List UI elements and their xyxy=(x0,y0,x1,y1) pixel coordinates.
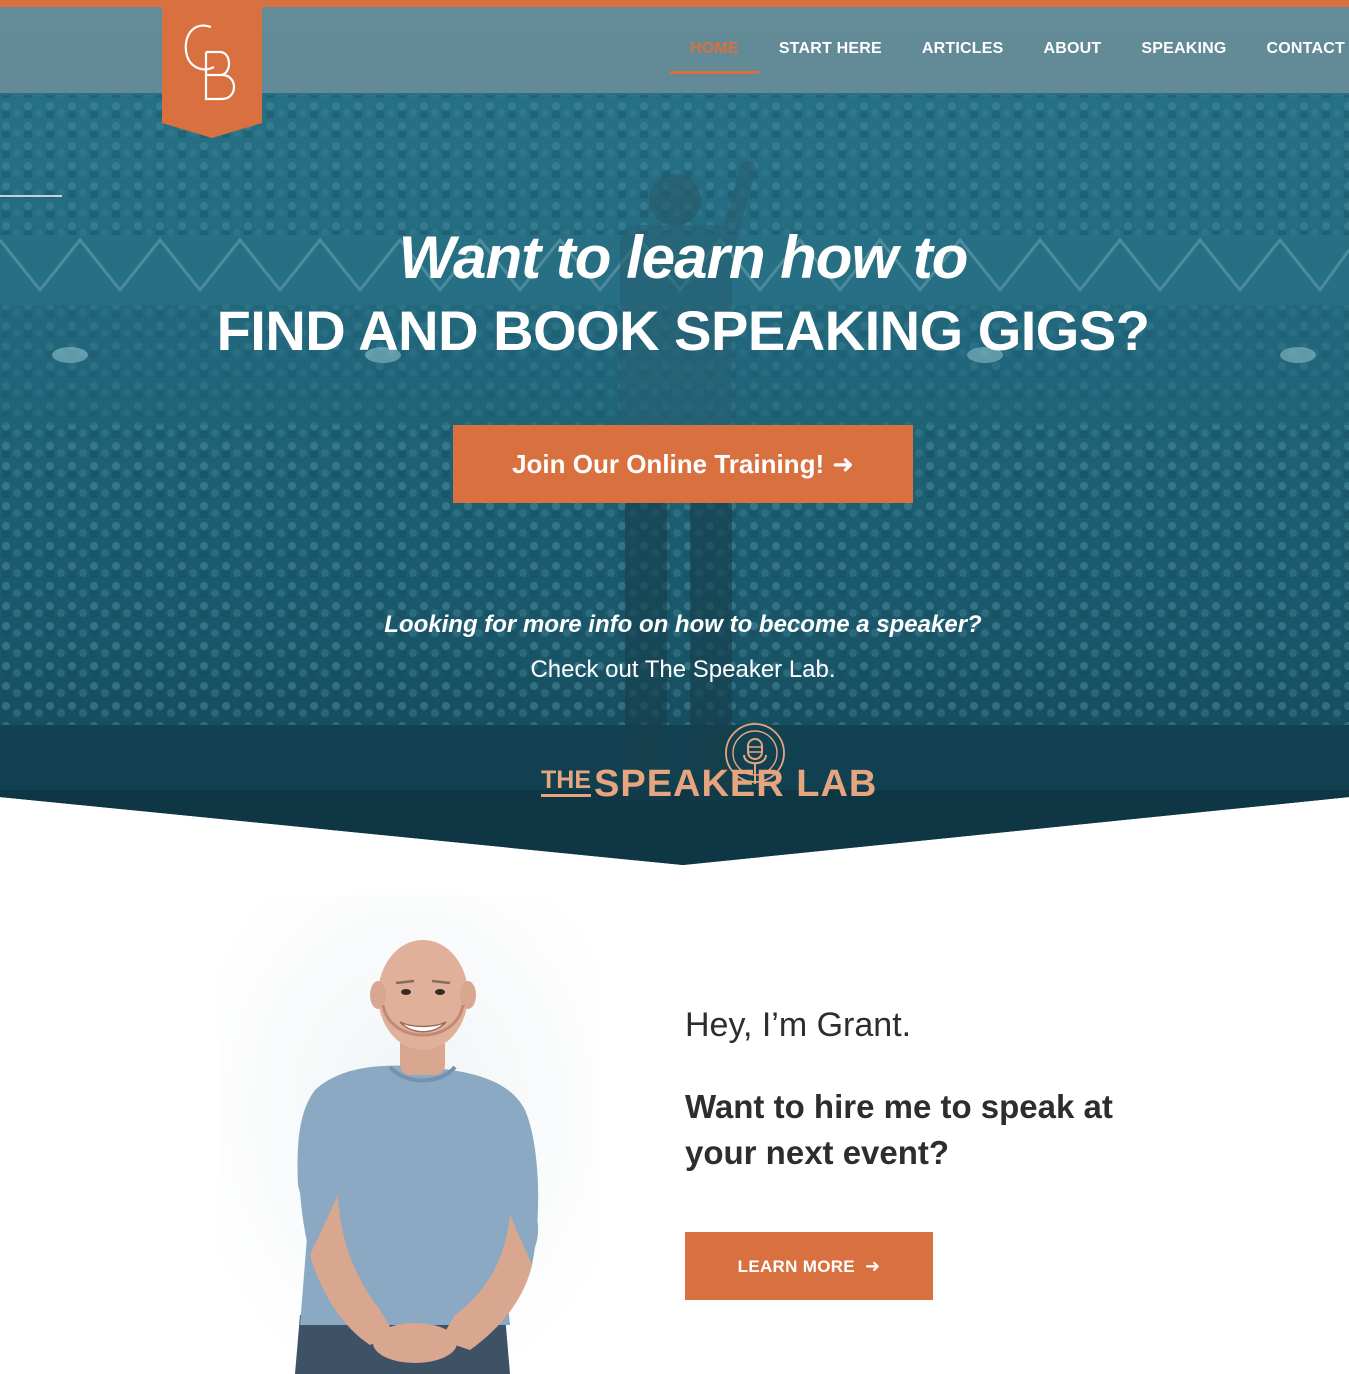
hero-title-line1: Want to learn how to xyxy=(398,224,969,291)
cb-monogram-icon xyxy=(162,7,262,138)
nav-item-articles[interactable]: ARTICLES xyxy=(902,38,1024,74)
hero-title: Want to learn how to FIND AND BOOK SPEAK… xyxy=(0,222,1349,368)
site-logo[interactable] xyxy=(162,7,262,138)
hero-sub-question: Looking for more info on how to become a… xyxy=(384,611,982,638)
speaker-lab-name: SPEAKER LAB xyxy=(594,763,878,805)
top-accent-bar xyxy=(0,0,1349,7)
speaker-lab-logo[interactable]: THE SPEAKER LAB xyxy=(538,722,876,808)
hero-section: HOME START HERE ARTICLES ABOUT SPEAKING … xyxy=(0,0,1349,870)
learn-more-button[interactable]: LEARN MORE ➜ xyxy=(685,1232,933,1300)
join-training-button[interactable]: Join Our Online Training! ➜ xyxy=(453,425,913,503)
greeting-text: Hey, I’m Grant. xyxy=(685,1006,912,1044)
hero-title-line2: FIND AND BOOK SPEAKING GIGS? xyxy=(216,299,1150,362)
nav-item-contact[interactable]: CONTACT xyxy=(1247,38,1349,74)
nav-item-about[interactable]: ABOUT xyxy=(1023,38,1121,74)
learn-more-label: LEARN MORE xyxy=(737,1257,855,1276)
arrow-right-icon: ➜ xyxy=(832,449,854,479)
nav-item-start-here[interactable]: START HERE xyxy=(759,38,902,74)
main-nav: HOME START HERE ARTICLES ABOUT SPEAKING … xyxy=(670,38,1349,78)
grant-portrait-photo[interactable] xyxy=(220,895,600,1374)
nav-item-speaking[interactable]: SPEAKING xyxy=(1121,38,1246,74)
arrow-right-icon: ➜ xyxy=(864,1256,881,1276)
decorative-divider xyxy=(0,195,62,197)
portrait-image xyxy=(220,895,600,1374)
hire-question-heading: Want to hire me to speak at your next ev… xyxy=(685,1088,1113,1171)
nav-item-home[interactable]: HOME xyxy=(670,38,759,74)
join-training-label: Join Our Online Training! xyxy=(512,449,825,479)
speaker-lab-link[interactable]: Check out The Speaker Lab. xyxy=(0,654,1349,686)
speaker-lab-the: THE xyxy=(541,766,591,797)
